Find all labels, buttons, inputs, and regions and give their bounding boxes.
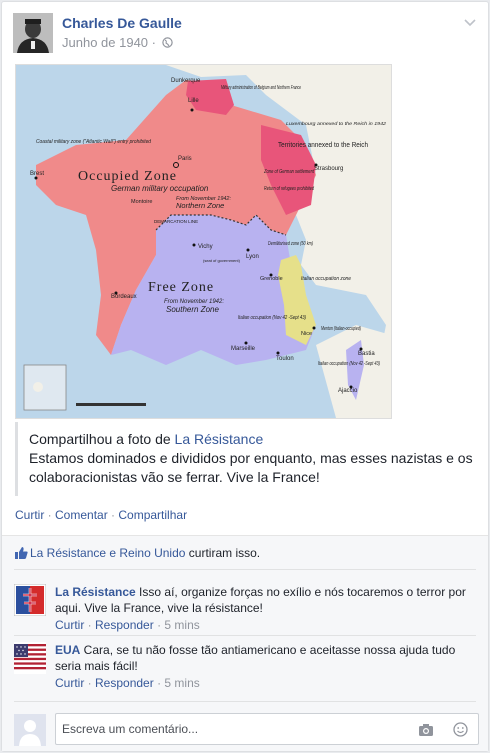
comment-body: EUA Cara, se tu não fosse tão antiameric… (55, 642, 476, 691)
map-label-menton: Menton (Italian-occupied) (321, 326, 361, 332)
likes-names-link[interactable]: La Résistance e Reino Unido (30, 546, 185, 560)
comment-input[interactable] (55, 713, 479, 745)
map-label-montoire: Montoire (131, 199, 152, 205)
likes-suffix: curtiram isso. (185, 546, 261, 560)
map-label-southern-zone: Southern Zone (166, 305, 219, 314)
map-label-coastal-zone: Coastal military zone ("Atlantic Wall") … (36, 139, 152, 145)
post-card: Charles De Gaulle Junho de 1940 · Dunker… (1, 1, 489, 752)
divider (14, 569, 476, 570)
map-label-territories-annexed: Territories annexed to the Reich (278, 140, 368, 149)
comment-reply-button[interactable]: Responder (95, 618, 154, 632)
map-label-bordeaux: Bordeaux (111, 294, 137, 300)
comment-meta: Curtir · Responder · 5 mins (55, 617, 476, 633)
map-label-brest: Brest (30, 171, 44, 177)
map-label-bastia: Bastia (358, 351, 375, 357)
comment-reply-button[interactable]: Responder (95, 676, 154, 690)
comment-author[interactable]: La Résistance (55, 585, 136, 599)
commenter-avatar[interactable] (14, 642, 46, 674)
action-separator: · (107, 508, 119, 522)
shared-line: Compartilhou a foto de La Résistance (29, 430, 478, 449)
like-button[interactable]: Curtir (15, 508, 44, 522)
post-date[interactable]: Junho de 1940 (62, 35, 148, 50)
likes-summary: La Résistance e Reino Unido curtiram iss… (14, 546, 260, 562)
meta-separator: · (153, 618, 165, 632)
map-label-strasbourg: Strasbourg (314, 166, 343, 172)
shared-page-link[interactable]: La Résistance (175, 431, 264, 447)
post-photo-map[interactable]: Dunkerque Lille Military administration … (15, 64, 392, 419)
map-label-northern-zone: Northern Zone (176, 201, 224, 210)
action-separator: · (44, 508, 56, 522)
post-timestamp: Junho de 1940 · (62, 35, 173, 51)
author-name[interactable]: Charles De Gaulle (62, 15, 182, 31)
map-label-lille: Lille (188, 98, 199, 104)
comment-text: Cara, se tu não fosse tão antiamericano … (55, 643, 456, 673)
map-label-refugees-prohibited: Return of refugees prohibited (264, 186, 314, 192)
meta-separator: · (84, 618, 96, 632)
current-user-avatar (14, 714, 46, 746)
comment-time[interactable]: 5 mins (164, 618, 199, 632)
post-header: Charles De Gaulle Junho de 1940 · (13, 13, 477, 57)
map-label-dunkerque: Dunkerque (171, 78, 201, 84)
divider (14, 635, 476, 636)
post-actions: Curtir · Comentar · Compartilhar (15, 508, 187, 522)
map-label-italian-zone: Italian occupation zone (301, 276, 351, 282)
map-label-german-settlement: Zone of German settlement (263, 169, 314, 175)
comment-button[interactable]: Comentar (55, 508, 108, 522)
comment-item: EUA Cara, se tu não fosse tão antiameric… (14, 642, 476, 692)
post-body-text: Estamos dominados e divididos por enquan… (29, 450, 473, 485)
comment-like-button[interactable]: Curtir (55, 618, 84, 632)
author-avatar[interactable] (13, 13, 53, 53)
map-label-corsica-occupation: Italian occupation (Nov 42 -Sept 43) (318, 361, 380, 367)
meta-separator: · (153, 676, 165, 690)
comment-author[interactable]: EUA (55, 643, 80, 657)
comment-body: La Résistance Isso aí, organize forças n… (55, 584, 476, 633)
map-label-italian-occupation: Italian occupation (Nov 42 -Sept 43) (238, 315, 306, 321)
comment-time[interactable]: 5 mins (164, 676, 199, 690)
meta-separator: · (84, 676, 96, 690)
map-label-german-military-occupation: German military occupation (111, 184, 209, 193)
map-label-occupied-zone: Occupied Zone (78, 169, 177, 184)
comment-item: La Résistance Isso aí, organize forças n… (14, 584, 476, 634)
share-button[interactable]: Compartilhar (118, 508, 187, 522)
chevron-down-icon[interactable] (463, 15, 477, 29)
shared-text-block: Compartilhou a foto de La Résistance Est… (15, 422, 478, 496)
comment-like-button[interactable]: Curtir (55, 676, 84, 690)
shared-prefix: Compartilhou a foto de (29, 431, 175, 447)
map-label-luxembourg: Luxembourg annexed to the Reich in 1942 (286, 121, 387, 126)
map-label-demilitarised: Demilitarised zone (50 km) (268, 241, 313, 247)
camera-icon[interactable] (418, 723, 434, 737)
map-label-free-zone: Free Zone (148, 280, 214, 295)
map-label-demarcation-line: DEMARCATION LINE (154, 219, 198, 224)
map-label-vichy: Vichy (198, 244, 213, 250)
globe-icon (161, 36, 173, 51)
comments-section: La Résistance e Reino Unido curtiram iss… (2, 535, 488, 751)
map-label-ajaccio: Ajaccio (338, 388, 358, 394)
map-label-grenoble: Grenoble (260, 276, 283, 282)
map-label-toulon: Toulon (276, 356, 294, 362)
commenter-avatar[interactable] (14, 584, 46, 616)
map-label-marseille: Marseille (231, 346, 256, 352)
thumbs-up-icon (14, 546, 28, 562)
map-label-nice: Nice (301, 331, 312, 337)
map-label-paris: Paris (178, 156, 192, 162)
map-label-vichy-sub: (seat of government) (203, 258, 241, 263)
divider (14, 701, 476, 702)
emoji-icon[interactable] (453, 722, 468, 737)
meta-separator: · (151, 35, 160, 50)
map-label-lyon: Lyon (246, 254, 259, 260)
map-label-military-admin: Military administration of Belgium and N… (221, 85, 301, 91)
comment-meta: Curtir · Responder · 5 mins (55, 675, 476, 691)
